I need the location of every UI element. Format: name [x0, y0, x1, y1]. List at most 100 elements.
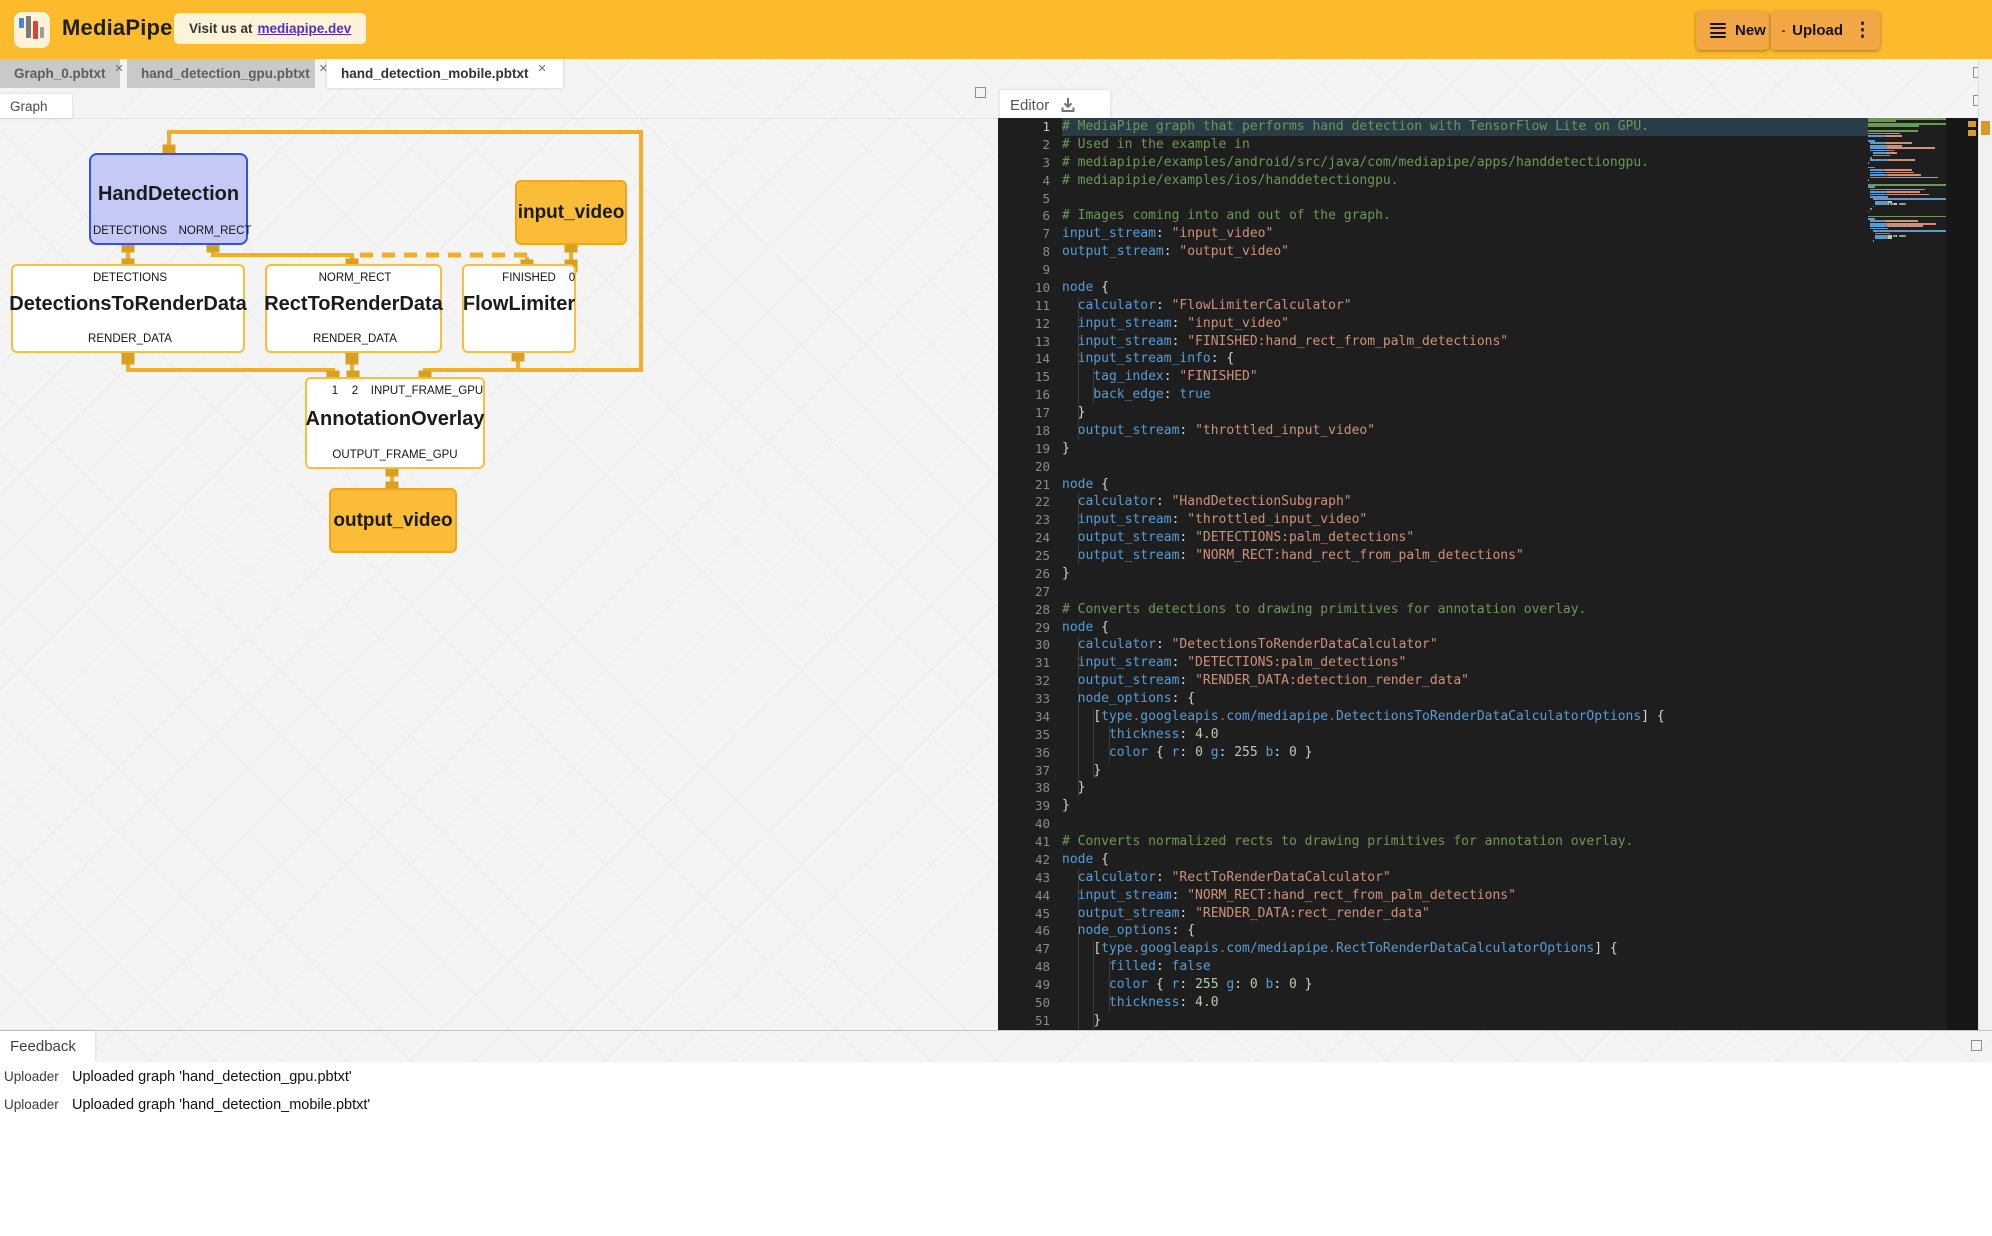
code-line: 34 [type.googleapis.com/mediapipe.Detect… — [998, 708, 1978, 726]
edge-throttled-to-annotationoverlay — [425, 370, 518, 377]
port-label: NORM_RECT — [179, 225, 252, 237]
port-label: FINISHED — [502, 272, 556, 284]
port-label: NORM_RECT — [319, 272, 392, 284]
tab-editor-panel[interactable]: Editor — [1000, 90, 1110, 120]
tab-hand-detection-gpu[interactable]: hand_detection_gpu.pbtxt ✕ — [127, 58, 315, 88]
overview-ruler-mark — [1968, 130, 1976, 136]
app-title: MediaPipe — [62, 15, 173, 41]
code-line: 42node { — [998, 851, 1978, 869]
upload-button-label: Upload — [1792, 22, 1843, 39]
code-line: 44 input_stream: "NORM_RECT:hand_rect_fr… — [998, 887, 1978, 905]
code-line: 9 — [998, 261, 1978, 279]
code-line: 36 color { r: 0 g: 255 b: 0 } — [998, 744, 1978, 762]
code-line: 27 — [998, 583, 1978, 601]
node-annotation-overlay[interactable]: 1 2 INPUT_FRAME_GPU AnnotationOverlay OU… — [305, 377, 485, 469]
node-flow-limiter[interactable]: FINISHED 0 FlowLimiter — [462, 264, 576, 353]
port-label: OUTPUT_FRAME_GPU — [332, 449, 457, 461]
feedback-source: Uploader — [4, 1097, 72, 1112]
editor-minimap[interactable] — [1868, 118, 1946, 418]
feedback-tab-label: Feedback — [10, 1038, 76, 1055]
logo-bar-red — [33, 21, 38, 39]
code-line: 30 calculator: "DetectionsToRenderDataCa… — [998, 636, 1978, 654]
code-line: 20 — [998, 458, 1978, 476]
node-title: HandDetection — [98, 183, 239, 206]
edge-render-data-1 — [128, 356, 333, 377]
tab-label: Graph_0.pbtxt — [14, 66, 106, 81]
code-line: 4# mediapipie/examples/ios/handdetection… — [998, 172, 1978, 190]
code-line: 31 input_stream: "DETECTIONS:palm_detect… — [998, 654, 1978, 672]
tab-label: hand_detection_gpu.pbtxt — [141, 66, 310, 81]
app-header: MediaPipe Visit us at mediapipe.dev New … — [0, 0, 1992, 59]
code-line: 2# Used in the example in — [998, 136, 1978, 154]
node-hand-detection[interactable]: HandDetection DETECTIONS NORM_RECT — [89, 153, 248, 245]
port-label: RENDER_DATA — [313, 333, 397, 345]
node-rect-to-render-data[interactable]: NORM_RECT RectToRenderData RENDER_DATA — [265, 264, 442, 353]
code-line: 47 [type.googleapis.com/mediapipe.RectTo… — [998, 940, 1978, 958]
code-lines: 1# MediaPipe graph that performs hand de… — [998, 118, 1978, 1030]
mediapipe-logo-icon — [14, 12, 50, 48]
tab-hand-detection-mobile[interactable]: hand_detection_mobile.pbtxt ✕ — [327, 58, 563, 88]
editor-tab-label: Editor — [1010, 97, 1049, 114]
node-detections-to-render-data[interactable]: DETECTIONS DetectionsToRenderData RENDER… — [11, 264, 245, 353]
close-icon[interactable]: ✕ — [115, 62, 124, 75]
code-line: 28# Converts detections to drawing primi… — [998, 601, 1978, 619]
tab-label: hand_detection_mobile.pbtxt — [341, 66, 529, 81]
code-line: 49 color { r: 255 g: 0 b: 0 } — [998, 976, 1978, 994]
tab-graph-0-pbtxt[interactable]: Graph_0.pbtxt ✕ — [0, 58, 120, 88]
code-line: 1# MediaPipe graph that performs hand de… — [998, 118, 1978, 136]
code-line: 46 node_options: { — [998, 922, 1978, 940]
code-editor[interactable]: 1# MediaPipe graph that performs hand de… — [998, 118, 1978, 1030]
more-options-icon[interactable]: ⋮ — [1853, 19, 1872, 42]
download-icon[interactable] — [1058, 95, 1078, 115]
port-label: RENDER_DATA — [88, 333, 172, 345]
code-line: 15 tag_index: "FINISHED" — [998, 368, 1978, 386]
overview-ruler-mark — [1968, 121, 1976, 127]
feedback-log: Uploader Uploaded graph 'hand_detection_… — [0, 1062, 1992, 1236]
mediapipe-dev-link[interactable]: mediapipe.dev — [258, 21, 352, 36]
tab-feedback-panel[interactable]: Feedback — [0, 1031, 95, 1062]
feedback-row: Uploader Uploaded graph 'hand_detection_… — [4, 1069, 352, 1085]
code-line: 3# mediapipie/examples/android/src/java/… — [998, 154, 1978, 172]
upload-button[interactable]: Upload ⋮ — [1771, 11, 1880, 50]
code-line: 10node { — [998, 279, 1978, 297]
code-line: 13 input_stream: "FINISHED:hand_rect_fro… — [998, 333, 1978, 351]
code-line: 41# Converts normalized rects to drawing… — [998, 833, 1978, 851]
feedback-message: Uploaded graph 'hand_detection_gpu.pbtxt… — [72, 1069, 352, 1085]
code-line: 16 back_edge: true — [998, 386, 1978, 404]
new-button[interactable]: New — [1696, 11, 1769, 50]
feedback-popout-icon[interactable] — [1971, 1040, 1982, 1051]
logo-bar-gray — [26, 16, 31, 38]
feedback-source: Uploader — [4, 1069, 72, 1084]
editor-scrollbar-track[interactable] — [1946, 118, 1978, 1030]
code-line: 12 input_stream: "input_video" — [998, 315, 1978, 333]
node-title: DetectionsToRenderData — [9, 293, 246, 316]
graph-canvas[interactable]: HandDetection DETECTIONS NORM_RECT input… — [0, 91, 998, 1030]
logo-bar-blue — [19, 18, 24, 28]
code-line: 38 } — [998, 779, 1978, 797]
code-line: 22 calculator: "HandDetectionSubgraph" — [998, 493, 1978, 511]
code-line: 48 filled: false — [998, 958, 1978, 976]
code-line: 19} — [998, 440, 1978, 458]
port-label: DETECTIONS — [93, 225, 167, 237]
code-line: 6# Images coming into and out of the gra… — [998, 207, 1978, 225]
code-line: 50 thickness: 4.0 — [998, 994, 1978, 1012]
node-title: input_video — [518, 202, 625, 224]
feedback-message: Uploaded graph 'hand_detection_mobile.pb… — [72, 1097, 370, 1113]
feedback-divider — [0, 1030, 1992, 1031]
new-button-label: New — [1735, 22, 1766, 39]
close-icon[interactable]: ✕ — [538, 62, 547, 75]
logo-bar-light-gray — [40, 27, 44, 38]
code-line: 39} — [998, 797, 1978, 815]
feedback-row: Uploader Uploaded graph 'hand_detection_… — [4, 1097, 370, 1113]
window-scrollbar[interactable] — [1978, 59, 1992, 1030]
port-label: 1 — [332, 385, 338, 397]
code-line: 33 node_options: { — [998, 690, 1978, 708]
port-label: DETECTIONS — [93, 272, 167, 284]
node-output-video[interactable]: output_video — [329, 488, 457, 553]
code-line: 24 output_stream: "DETECTIONS:palm_detec… — [998, 529, 1978, 547]
code-line: 35 thickness: 4.0 — [998, 726, 1978, 744]
code-line: 26} — [998, 565, 1978, 583]
code-line: 45 output_stream: "RENDER_DATA:rect_rend… — [998, 905, 1978, 923]
visit-pill: Visit us at mediapipe.dev — [174, 13, 366, 44]
node-input-video[interactable]: input_video — [515, 180, 627, 245]
